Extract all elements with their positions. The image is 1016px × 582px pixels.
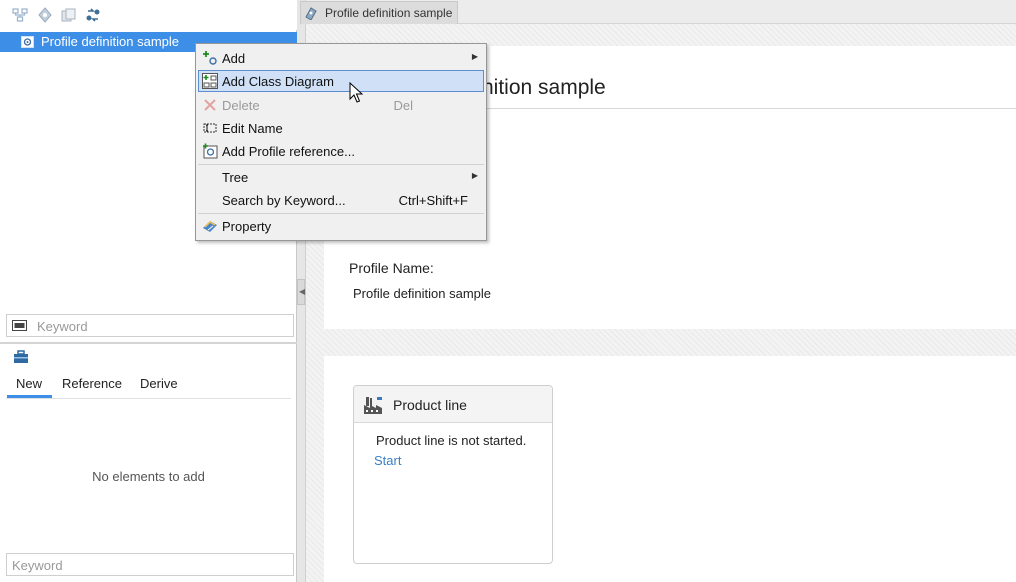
tab-derive[interactable]: Derive [140,376,178,391]
menu-separator [198,164,484,165]
profile-package-icon [21,36,34,48]
documents-icon[interactable] [61,7,77,23]
page-title: nition sample [482,76,606,99]
menu-item-edit-name[interactable]: Edit Name [198,117,484,139]
tree-search-placeholder: Keyword [37,319,88,334]
menu-item-search-keyword-shortcut: Ctrl+Shift+F [398,193,468,208]
profile-reference-icon [203,143,218,159]
product-line-card: Product line Product line is not started… [353,385,553,564]
menu-item-edit-name-label: Edit Name [222,121,283,136]
card-title: Product line [393,397,467,413]
collapse-button[interactable]: ◀ [297,279,305,305]
editor-tab[interactable]: Profile definition sample [300,1,458,24]
menu-item-add-class-diagram[interactable]: Add Class Diagram [198,70,484,92]
menu-item-add-profile-reference[interactable]: Add Profile reference... [198,140,484,162]
tab-new[interactable]: New [16,376,42,391]
property-icon [203,221,217,232]
submenu-arrow-icon: ▶ [471,52,478,61]
toolbox-icon [14,350,28,363]
card-header: Product line [354,386,552,423]
edit-name-icon [203,123,217,133]
menu-item-add-class-diagram-label: Add Class Diagram [222,74,334,89]
tree-item-label: Profile definition sample [41,34,180,49]
menu-item-tree-label: Tree [222,170,249,185]
card-message: Product line is not started. [376,433,527,448]
class-diagram-icon [202,73,218,89]
submenu-arrow-icon: ▶ [471,171,478,180]
empty-message: No elements to add [92,469,205,484]
menu-item-search-keyword[interactable]: Search by Keyword... Ctrl+Shift+F [198,189,484,211]
menu-item-add-label: Add [222,51,246,66]
link-icon[interactable] [85,7,101,23]
profile-icon[interactable] [37,7,53,23]
menu-item-delete-label: Delete [222,98,260,113]
hatch-middle [324,329,1016,356]
menu-item-search-keyword-label: Search by Keyword... [222,193,346,208]
tab-active-indicator [7,395,52,398]
pane-divider[interactable] [0,342,297,344]
menu-item-add-profile-reference-label: Add Profile reference... [222,144,355,159]
menu-item-add[interactable]: Add ▶ [198,47,484,69]
factory-icon [364,397,382,414]
menu-item-property-label: Property [222,219,272,234]
chevron-left-icon: ◀ [299,287,306,296]
profile-name-value: Profile definition sample [353,286,492,301]
menu-item-delete-shortcut: Del [393,98,413,113]
add-icon [203,51,217,65]
tabs-baseline [6,398,291,399]
menu-item-delete[interactable]: Delete Del [198,94,484,116]
start-link[interactable]: Start [374,453,401,468]
menu-item-property[interactable]: Property [198,215,484,237]
tab-reference[interactable]: Reference [62,376,122,391]
abc-filter-icon [12,320,27,331]
editor-tab-label: Profile definition sample [325,6,453,20]
tree-toolbar [0,0,297,30]
palette-search-input[interactable]: Keyword [6,553,294,576]
profile-tab-icon [305,7,317,20]
editor-tabbar: Profile definition sample [300,0,1016,24]
mouse-cursor-icon [349,82,363,103]
context-menu: Add ▶ Add Class Diagram Delete Del Edit … [195,43,487,241]
menu-item-tree[interactable]: Tree ▶ [198,166,484,188]
tree-search-input[interactable]: Keyword [6,314,294,337]
palette-search-placeholder: Keyword [12,558,63,573]
delete-icon [204,99,216,111]
profile-name-label: Profile Name: [349,260,434,276]
menu-separator [198,213,484,214]
diagram-layout-icon[interactable] [12,7,28,23]
